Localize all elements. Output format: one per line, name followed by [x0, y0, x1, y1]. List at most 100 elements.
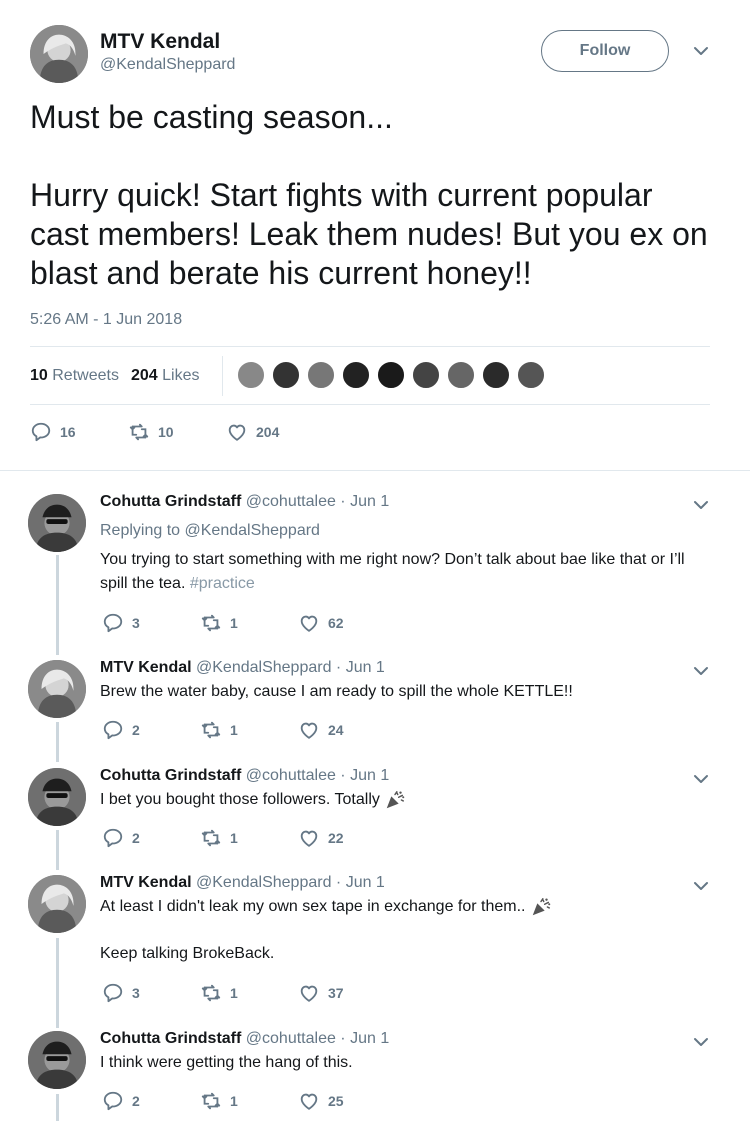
like-count: 22 — [328, 830, 344, 846]
reply-author-name: Cohutta Grindstaff — [100, 493, 242, 510]
author-handle[interactable]: @KendalSheppard — [100, 56, 235, 74]
reply-meta: @KendalSheppard · Jun 1 — [196, 874, 385, 891]
likes-stat[interactable]: 204 Likes — [131, 358, 200, 394]
like-button[interactable]: 204 — [226, 421, 279, 443]
reply-text: I bet you bought those followers. Totall… — [100, 788, 700, 812]
reply-text-content: I bet you bought those followers. Totall… — [100, 791, 380, 808]
likes-count: 204 — [130, 367, 158, 384]
reply-author[interactable]: Cohutta Grindstaff @cohuttalee · Jun 1 — [100, 1030, 389, 1048]
retweet-button[interactable]: 1 — [200, 827, 238, 849]
reply-count: 2 — [132, 1093, 140, 1109]
retweet-button[interactable]: 1 — [200, 612, 238, 634]
heart-icon — [298, 719, 320, 741]
divider — [30, 346, 710, 347]
tweet-actions: 16 10 204 — [30, 421, 330, 443]
like-count: 37 — [328, 985, 344, 1001]
reply-author[interactable]: MTV Kendal @KendalSheppard · Jun 1 — [100, 874, 385, 892]
reply-tweet[interactable]: MTV Kendal @KendalSheppard · Jun 1 Brew … — [0, 656, 750, 756]
retweet-count: 1 — [230, 615, 238, 631]
liker-avatar[interactable] — [481, 360, 511, 390]
avatar-image — [28, 1031, 86, 1089]
retweet-count: 1 — [230, 985, 238, 1001]
like-button[interactable]: 22 — [298, 827, 344, 849]
reply-icon — [30, 421, 52, 443]
like-button[interactable]: 25 — [298, 1090, 344, 1112]
avatar[interactable] — [28, 768, 86, 826]
reply-meta: @cohuttalee · Jun 1 — [245, 1030, 390, 1047]
reply-actions: 2 1 24 — [102, 719, 402, 741]
liker-avatar[interactable] — [516, 360, 546, 390]
tweet-timestamp[interactable]: 5:26 AM - 1 Jun 2018 — [30, 311, 182, 329]
chevron-down-icon[interactable] — [693, 1037, 709, 1047]
like-button[interactable]: 24 — [298, 719, 344, 741]
reply-tweet[interactable]: MTV Kendal @KendalSheppard · Jun 1 At le… — [0, 871, 750, 1021]
avatar[interactable] — [30, 25, 88, 83]
avatar[interactable] — [28, 660, 86, 718]
avatar[interactable] — [28, 875, 86, 933]
reply-author[interactable]: MTV Kendal @KendalSheppard · Jun 1 — [100, 659, 385, 677]
liker-avatar[interactable] — [236, 360, 266, 390]
liker-avatar[interactable] — [271, 360, 301, 390]
heart-icon — [298, 827, 320, 849]
reply-icon — [102, 612, 124, 634]
like-button[interactable]: 62 — [298, 612, 344, 634]
reply-button[interactable]: 2 — [102, 827, 140, 849]
liker-avatar[interactable] — [376, 360, 406, 390]
retweets-count: 10 — [30, 367, 48, 384]
avatar[interactable] — [28, 1031, 86, 1089]
follow-button[interactable]: Follow — [541, 30, 669, 72]
divider — [30, 404, 710, 405]
reply-button[interactable]: 3 — [102, 612, 140, 634]
chevron-down-icon[interactable] — [693, 666, 709, 676]
retweet-icon — [200, 1090, 222, 1112]
liker-avatar[interactable] — [306, 360, 336, 390]
retweet-count: 1 — [230, 1093, 238, 1109]
author-name[interactable]: MTV Kendal — [100, 30, 220, 54]
chevron-down-icon[interactable] — [693, 881, 709, 891]
retweet-button[interactable]: 10 — [128, 421, 174, 443]
retweets-stat[interactable]: 10 Retweets — [30, 358, 119, 394]
reply-icon — [102, 719, 124, 741]
reply-count: 16 — [60, 424, 76, 440]
retweet-button[interactable]: 1 — [200, 1090, 238, 1112]
reply-button[interactable]: 3 — [102, 982, 140, 1004]
retweet-button[interactable]: 1 — [200, 719, 238, 741]
retweet-count: 1 — [230, 830, 238, 846]
retweet-icon — [200, 719, 222, 741]
reply-author-name: Cohutta Grindstaff — [100, 767, 242, 784]
tweet-stats: 10 Retweets 204 Likes — [30, 358, 211, 394]
replying-to: Replying to @KendalSheppard — [100, 522, 320, 540]
reply-author[interactable]: Cohutta Grindstaff @cohuttalee · Jun 1 — [100, 767, 389, 785]
reply-tweet[interactable]: Cohutta Grindstaff @cohuttalee · Jun 1 R… — [0, 490, 750, 640]
chevron-down-icon[interactable] — [693, 46, 709, 56]
like-button[interactable]: 37 — [298, 982, 344, 1004]
chevron-down-icon[interactable] — [693, 774, 709, 784]
retweet-button[interactable]: 1 — [200, 982, 238, 1004]
avatar-image — [28, 660, 86, 718]
avatar[interactable] — [28, 494, 86, 552]
reply-tweet[interactable]: Cohutta Grindstaff @cohuttalee · Jun 1 I… — [0, 764, 750, 864]
reply-text-content: At least I didn't leak my own sex tape i… — [100, 898, 526, 915]
liker-avatar[interactable] — [341, 360, 371, 390]
like-count: 24 — [328, 722, 344, 738]
reply-count: 3 — [132, 615, 140, 631]
reply-actions: 3 1 62 — [102, 612, 402, 634]
retweets-label: Retweets — [52, 367, 119, 384]
reply-button[interactable]: 2 — [102, 719, 140, 741]
avatar-image — [28, 875, 86, 933]
liker-avatar[interactable] — [446, 360, 476, 390]
avatar-image — [30, 25, 88, 83]
reply-button[interactable]: 2 — [102, 1090, 140, 1112]
reply-author[interactable]: Cohutta Grindstaff @cohuttalee · Jun 1 — [100, 493, 389, 511]
reply-text: At least I didn't leak my own sex tape i… — [100, 895, 700, 919]
replying-to-mention[interactable]: @KendalSheppard — [185, 522, 320, 539]
party-popper-icon — [530, 896, 552, 918]
chevron-down-icon[interactable] — [693, 500, 709, 510]
hashtag-link[interactable]: #practice — [190, 575, 255, 592]
replying-to-label: Replying to — [100, 522, 181, 539]
reply-text-second-line: Keep talking BrokeBack. — [100, 945, 275, 962]
liker-avatar[interactable] — [411, 360, 441, 390]
reply-tweet[interactable]: Cohutta Grindstaff @cohuttalee · Jun 1 I… — [0, 1027, 750, 1121]
retweet-icon — [200, 827, 222, 849]
reply-button[interactable]: 16 — [30, 421, 76, 443]
